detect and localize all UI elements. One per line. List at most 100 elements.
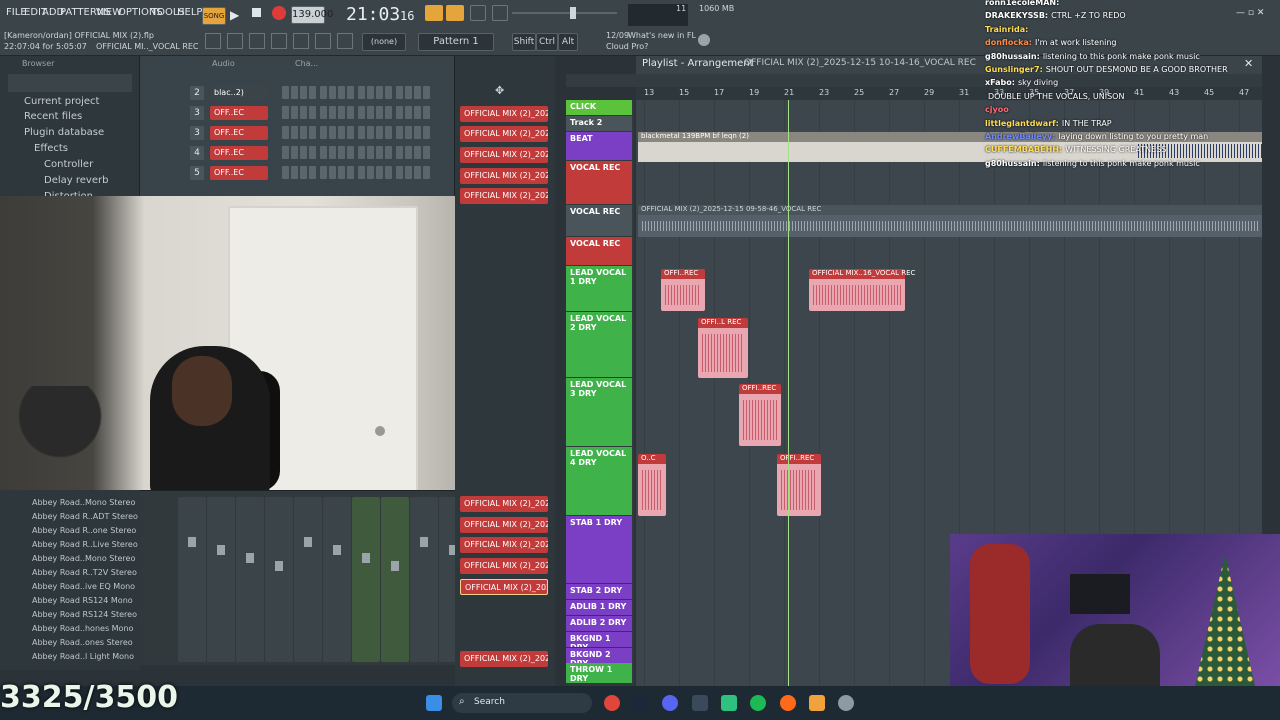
plugin-item[interactable]: Abbey Road R..ADT Stereo — [32, 512, 138, 521]
windows-start-icon[interactable] — [426, 695, 442, 711]
clip-lead-vocal-4a[interactable]: O..C — [638, 454, 666, 516]
chrome-icon[interactable] — [604, 695, 620, 711]
plugin-item[interactable]: Abbey Road RS124 Stereo — [32, 610, 137, 619]
step-button[interactable] — [423, 166, 430, 179]
wait-icon[interactable] — [470, 5, 486, 21]
channel-name-button[interactable]: OFF..EC — [210, 166, 268, 180]
step-button[interactable] — [291, 106, 298, 119]
step-button[interactable] — [320, 106, 327, 119]
step-button[interactable] — [423, 146, 430, 159]
step-button[interactable] — [309, 126, 316, 139]
step-button[interactable] — [423, 126, 430, 139]
chat-username[interactable]: Gunslinger7: — [985, 65, 1043, 74]
step-button[interactable] — [396, 106, 403, 119]
step-button[interactable] — [376, 106, 383, 119]
step-button[interactable] — [300, 126, 307, 139]
play-icon[interactable]: ▶ — [230, 8, 239, 22]
clip-lead-vocal-2[interactable]: OFFI..L REC — [698, 318, 748, 378]
plugin-item[interactable]: Abbey Road..Mono Stereo — [32, 554, 135, 563]
step-button[interactable] — [358, 86, 365, 99]
step-button[interactable] — [338, 146, 345, 159]
tempo-display[interactable]: 139.000 — [291, 6, 333, 24]
settings-icon[interactable] — [838, 695, 854, 711]
step-button[interactable] — [367, 166, 374, 179]
pattern-item[interactable]: OFFICIAL MIX (2)_2025-1... — [460, 126, 548, 142]
track-header[interactable]: LEAD VOCAL 2 DRY — [566, 312, 632, 377]
pattern-item[interactable]: OFFICIAL MIX (2)_2025-1... — [460, 517, 548, 533]
step-button[interactable] — [385, 106, 392, 119]
mixer-fader[interactable] — [246, 553, 254, 563]
channel-rack-icon[interactable] — [249, 33, 265, 49]
step-button[interactable] — [376, 86, 383, 99]
step-button[interactable] — [376, 166, 383, 179]
plugin-item[interactable]: Abbey Road..l Light Mono — [32, 652, 134, 661]
step-button[interactable] — [347, 86, 354, 99]
chat-username[interactable]: cjyoo — [985, 105, 1009, 114]
pattern-item[interactable]: OFFICIAL MIX (2)_2025-1... — [460, 496, 548, 512]
step-button[interactable] — [358, 126, 365, 139]
metronome-icon[interactable] — [446, 5, 464, 21]
discord-icon[interactable] — [662, 695, 678, 711]
track-header[interactable]: CLICK — [566, 100, 632, 115]
channel-name-button[interactable]: blac..2) — [210, 86, 268, 100]
step-button[interactable] — [282, 166, 289, 179]
step-button[interactable] — [367, 86, 374, 99]
browser-item-plugin-database[interactable]: Plugin database — [24, 127, 104, 138]
chat-username[interactable]: DRAKEKYSSB: — [985, 11, 1048, 20]
track-header[interactable]: VOCAL REC — [566, 161, 632, 204]
step-button[interactable] — [376, 146, 383, 159]
channel-number[interactable]: 3 — [190, 126, 204, 140]
step-button[interactable] — [396, 86, 403, 99]
pattern-item[interactable]: OFFICIAL MIX (2)_2025-1... — [460, 168, 548, 184]
mixer-fader[interactable] — [391, 561, 399, 571]
pattern-item[interactable]: OFFICIAL MIX (2)_2025-1... — [460, 579, 548, 595]
step-button[interactable] — [282, 146, 289, 159]
track-header[interactable]: ADLIB 2 DRY — [566, 616, 632, 631]
microphone-icon[interactable] — [337, 33, 353, 49]
step-button[interactable] — [300, 86, 307, 99]
step-button[interactable] — [405, 126, 412, 139]
step-button[interactable] — [329, 106, 336, 119]
plugin-item[interactable]: Abbey Road R..Live Stereo — [32, 540, 138, 549]
browser-item-delay-reverb[interactable]: Delay reverb — [44, 175, 108, 186]
plugin-item[interactable]: Abbey Road..ones Stereo — [32, 638, 133, 647]
step-button[interactable] — [367, 126, 374, 139]
browser-item-effects[interactable]: Effects — [34, 143, 68, 154]
firefox-icon[interactable] — [780, 695, 796, 711]
mixer-track[interactable] — [352, 497, 380, 662]
step-button[interactable] — [300, 106, 307, 119]
track-header[interactable]: Track 2 — [566, 116, 632, 131]
clip-lead-vocal-1b[interactable]: OFFICIAL MIX..16_VOCAL REC — [809, 269, 915, 311]
plugin-item[interactable]: Abbey Road..ive EQ Mono — [32, 582, 135, 591]
clip-lead-vocal-1a[interactable]: OFFI..REC — [661, 269, 705, 311]
step-button[interactable] — [414, 106, 421, 119]
step-button[interactable] — [396, 166, 403, 179]
step-button[interactable] — [309, 86, 316, 99]
step-button[interactable] — [347, 106, 354, 119]
close-icon[interactable]: ✕ — [1244, 57, 1253, 70]
step-button[interactable] — [329, 126, 336, 139]
chat-username[interactable]: ronn1ecoleMAN: — [985, 0, 1059, 7]
mixer-track[interactable] — [381, 497, 409, 662]
ctrl-key-button[interactable]: Ctrl — [536, 33, 558, 51]
mixer-track[interactable] — [410, 497, 438, 662]
track-header[interactable]: VOCAL REC — [566, 205, 632, 236]
chat-username[interactable]: g80hussain: — [985, 159, 1040, 168]
step-button[interactable] — [423, 106, 430, 119]
mixer-fader[interactable] — [420, 537, 428, 547]
clip-lead-vocal-3[interactable]: OFFI..REC — [739, 384, 781, 446]
mixer-fader[interactable] — [217, 545, 225, 555]
step-button[interactable] — [347, 126, 354, 139]
track-header[interactable]: BKGND 1 DRY — [566, 632, 632, 647]
step-button[interactable] — [291, 126, 298, 139]
chat-username[interactable]: xFabo: — [985, 78, 1015, 87]
mixer-track[interactable] — [265, 497, 293, 662]
step-button[interactable] — [396, 126, 403, 139]
plugin-picker-icon[interactable] — [315, 33, 331, 49]
channel-number[interactable]: 5 — [190, 166, 204, 180]
step-button[interactable] — [320, 126, 327, 139]
step-button[interactable] — [329, 146, 336, 159]
step-button[interactable] — [385, 146, 392, 159]
step-button[interactable] — [396, 146, 403, 159]
step-button[interactable] — [414, 146, 421, 159]
